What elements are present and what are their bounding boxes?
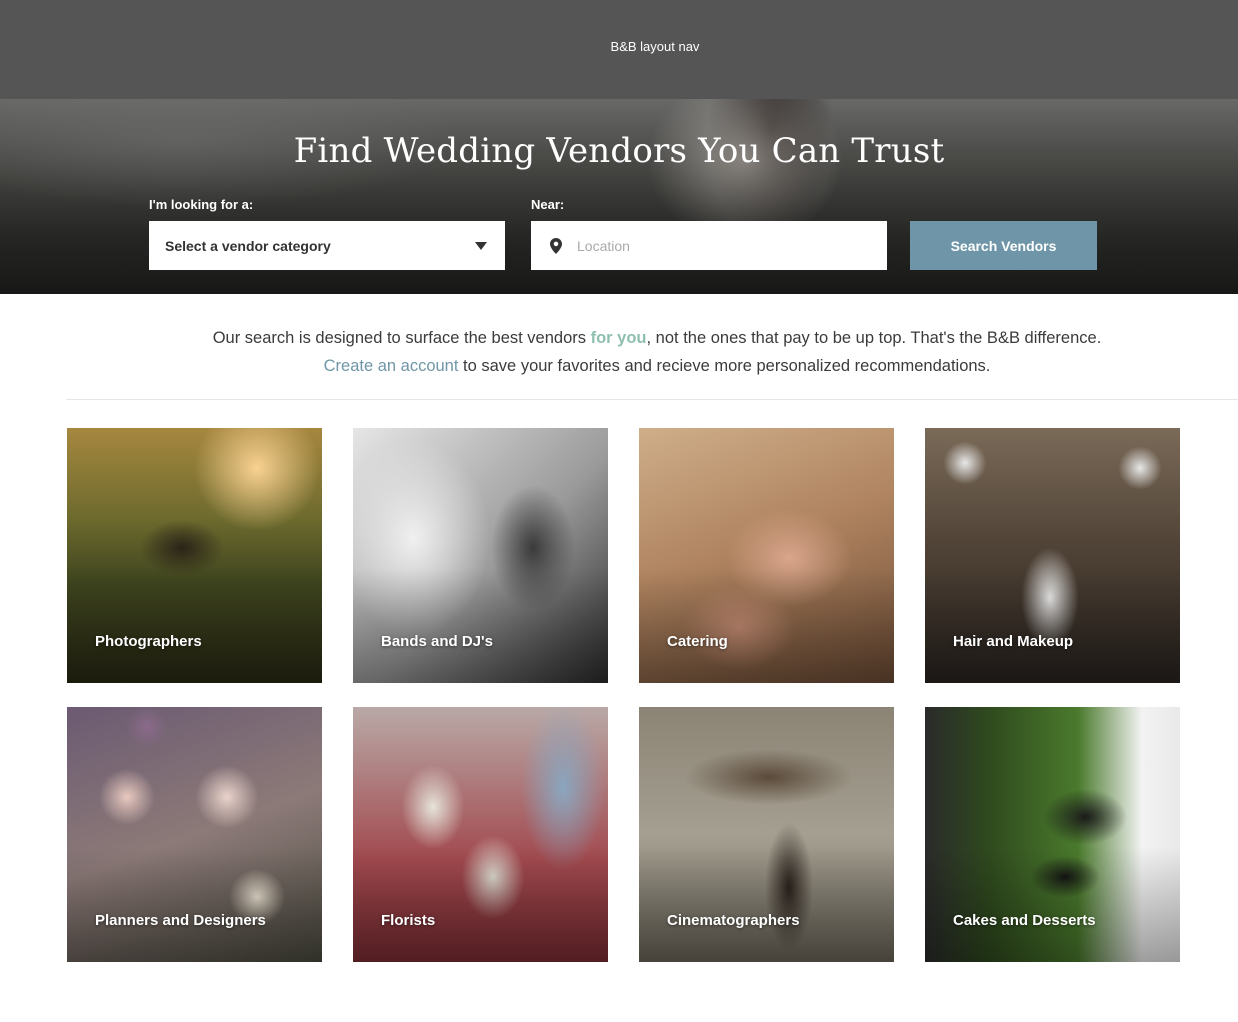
map-pin-icon bbox=[547, 237, 565, 255]
caret-down-icon bbox=[475, 241, 487, 250]
intro-line-1-text: Our search is designed to surface the be… bbox=[212, 329, 591, 347]
intro-line-2: Create an account to save your favorites… bbox=[76, 352, 1238, 380]
hero-banner: Find Wedding Vendors You Can Trust I'm l… bbox=[0, 99, 1238, 294]
top-nav: B&B layout nav bbox=[0, 0, 1238, 99]
category-card-cakes-desserts[interactable]: Cakes and Desserts bbox=[925, 707, 1180, 962]
category-label: I'm looking for a: bbox=[149, 197, 254, 212]
intro-line-1-tail: , not the ones that pay to be up top. Th… bbox=[646, 329, 1102, 347]
for-you-highlight: for you bbox=[590, 329, 647, 347]
intro-line-2-text: to save your favorites and recieve more … bbox=[458, 357, 991, 375]
category-card-label: Catering bbox=[667, 633, 728, 650]
intro-text: Our search is designed to surface the be… bbox=[0, 294, 1238, 380]
near-label: Near: bbox=[531, 197, 565, 212]
create-account-link[interactable]: Create an account bbox=[324, 357, 459, 375]
category-card-label: Photographers bbox=[95, 633, 202, 650]
location-input[interactable] bbox=[575, 236, 859, 255]
category-card-hair-makeup[interactable]: Hair and Makeup bbox=[925, 428, 1180, 683]
category-card-label: Bands and DJ's bbox=[381, 633, 493, 650]
section-divider bbox=[66, 399, 1238, 400]
category-card-label: Cinematographers bbox=[667, 912, 800, 929]
hero-title: Find Wedding Vendors You Can Trust bbox=[293, 131, 945, 171]
vendor-category-value: Select a vendor category bbox=[165, 237, 331, 254]
category-card-florists[interactable]: Florists bbox=[353, 707, 608, 962]
category-card-photographers[interactable]: Photographers bbox=[67, 428, 322, 683]
vendor-category-grid: Photographers Bands and DJ's Catering Ha… bbox=[67, 428, 1180, 962]
category-card-label: Cakes and Desserts bbox=[953, 912, 1096, 929]
search-vendors-button[interactable]: Search Vendors bbox=[910, 221, 1097, 270]
category-card-label: Florists bbox=[381, 912, 436, 929]
category-card-cinematographers[interactable]: Cinematographers bbox=[639, 707, 894, 962]
location-field[interactable] bbox=[531, 221, 887, 270]
category-card-bands-djs[interactable]: Bands and DJ's bbox=[353, 428, 608, 683]
category-card-catering[interactable]: Catering bbox=[639, 428, 894, 683]
nav-placeholder-label: B&B layout nav bbox=[610, 39, 700, 54]
category-card-label: Planners and Designers bbox=[95, 912, 266, 929]
category-card-planners-designers[interactable]: Planners and Designers bbox=[67, 707, 322, 962]
vendor-category-select[interactable]: Select a vendor category bbox=[149, 221, 505, 270]
category-card-label: Hair and Makeup bbox=[953, 633, 1074, 650]
intro-line-1: Our search is designed to surface the be… bbox=[76, 324, 1238, 352]
